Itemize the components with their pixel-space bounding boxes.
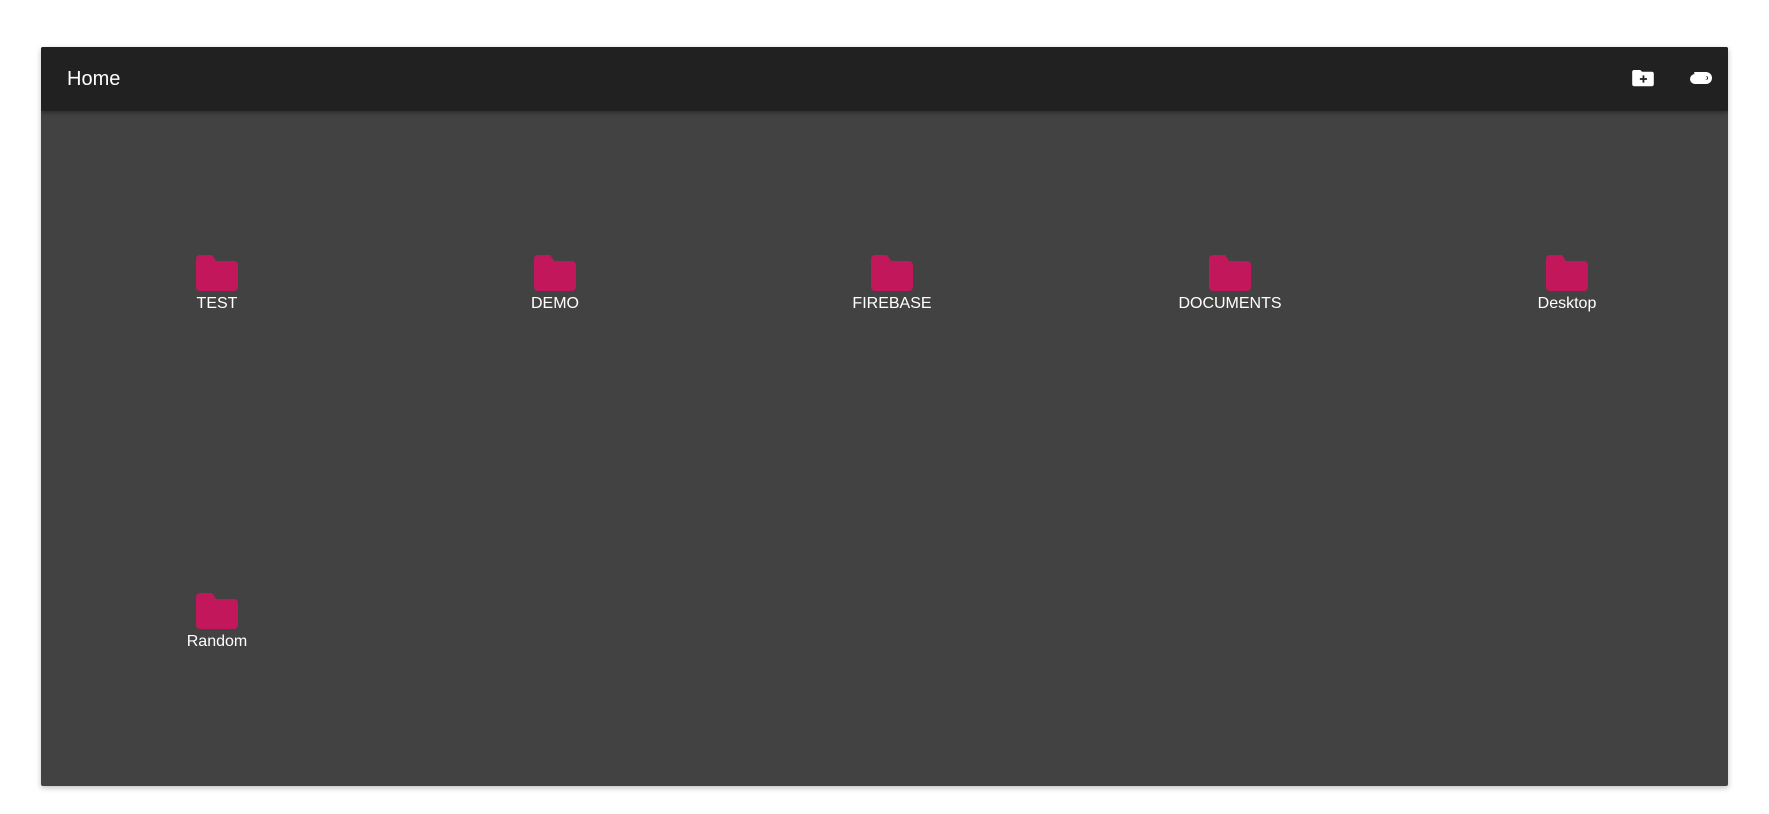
folder-label: Desktop bbox=[1537, 295, 1597, 312]
folder-label: FIREBASE bbox=[852, 295, 932, 312]
folder-label: DOCUMENTS bbox=[1178, 295, 1282, 312]
attach-file-button[interactable] bbox=[1680, 59, 1720, 99]
create-new-folder-icon bbox=[1632, 70, 1654, 87]
folder-label: Random bbox=[186, 633, 248, 650]
toolbar: Home bbox=[41, 47, 1728, 111]
folder-item-desktop[interactable]: Desktop bbox=[1487, 255, 1647, 325]
file-manager-window: Home TEST DEMO FIREBASE DOCUMENTS Deskto… bbox=[41, 47, 1728, 786]
folder-item-random[interactable]: Random bbox=[137, 593, 297, 663]
folder-item-firebase[interactable]: FIREBASE bbox=[812, 255, 972, 325]
folder-grid: TEST DEMO FIREBASE DOCUMENTS Desktop Ran… bbox=[41, 111, 1728, 786]
folder-icon bbox=[1209, 255, 1251, 291]
new-folder-button[interactable] bbox=[1623, 59, 1663, 99]
page-title: Home bbox=[67, 68, 121, 90]
attach-file-icon bbox=[1690, 72, 1712, 84]
folder-item-test[interactable]: TEST bbox=[137, 255, 297, 325]
folder-label: TEST bbox=[196, 295, 238, 312]
folder-icon bbox=[871, 255, 913, 291]
folder-icon bbox=[534, 255, 576, 291]
folder-item-documents[interactable]: DOCUMENTS bbox=[1150, 255, 1310, 325]
folder-icon bbox=[196, 255, 238, 291]
folder-icon bbox=[196, 593, 238, 629]
folder-icon bbox=[1546, 255, 1588, 291]
folder-label: DEMO bbox=[531, 295, 579, 312]
folder-item-demo[interactable]: DEMO bbox=[475, 255, 635, 325]
